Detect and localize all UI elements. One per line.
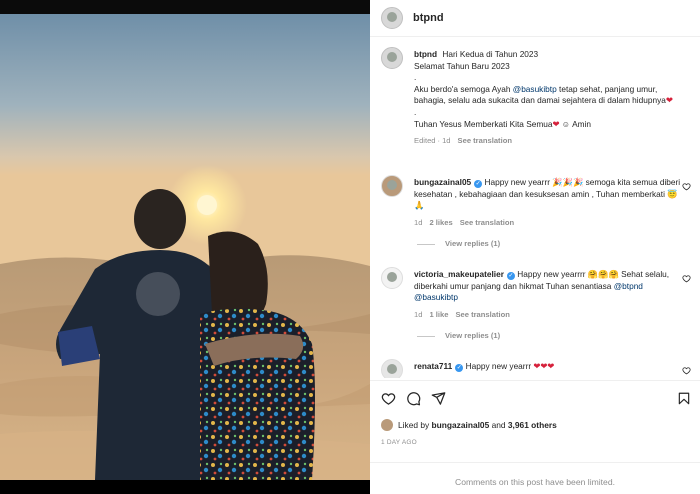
post-actions: Liked by bungazainal05 and 3,961 others … (370, 380, 700, 494)
caption-age: 1d (442, 136, 451, 146)
commenter-username[interactable]: bungazainal05 (414, 177, 471, 187)
commenter-username[interactable]: renata711 (414, 361, 452, 371)
comment-age: 1d (414, 217, 423, 227)
comment-like-icon[interactable] (682, 366, 691, 375)
party-emoji-icon: 🎉🎉🎉 (552, 177, 584, 187)
mention-basukibtp[interactable]: @basukibtp (414, 292, 458, 302)
heart-emoji-icon: ❤ (665, 95, 673, 106)
comment-icon[interactable] (406, 391, 421, 406)
view-replies-label: View replies (1) (445, 239, 501, 249)
save-button[interactable] (677, 391, 691, 411)
share-icon[interactable] (431, 391, 446, 406)
comment-like-icon[interactable] (682, 182, 691, 191)
post-photo[interactable] (0, 14, 370, 480)
liked-by[interactable]: Liked by bungazainal05 and 3,961 others (381, 419, 557, 431)
commenter-avatar[interactable] (381, 359, 403, 378)
liked-by-prefix: Liked by (398, 420, 430, 430)
caption-see-translation[interactable]: See translation (458, 136, 512, 145)
comment-see-translation[interactable]: See translation (460, 218, 514, 227)
caption-username[interactable]: btpnd (414, 49, 437, 59)
post-header: btpnd (370, 0, 700, 37)
mention-basukibtp[interactable]: @basukibtp (513, 84, 557, 94)
heart-emoji-icon: ❤❤❤ (533, 361, 555, 371)
liked-by-and: and (491, 420, 506, 430)
comment-text-a: Happy new yearrr (484, 177, 550, 187)
comment-likes[interactable]: 2 likes (429, 218, 452, 227)
author-avatar[interactable] (381, 7, 403, 29)
verified-badge-icon: ✓ (474, 180, 483, 188)
caption-meta: Edited · 1d See translation (414, 136, 512, 146)
caption-line-6: . (414, 106, 417, 117)
caption-edited: Edited (414, 136, 436, 146)
comment-text-a: Happy new yearrr (465, 361, 532, 371)
post-detail-panel: btpnd btpnd Hari Kedua di Tahun 2023 Sel… (370, 0, 700, 494)
caption-line-2: Selamat Tahun Baru 2023 (414, 60, 510, 71)
comment-age: 1d (414, 309, 423, 319)
commenter-avatar[interactable] (381, 175, 403, 197)
caption-line-8: Amin (572, 118, 592, 129)
sunset-couple-image (0, 14, 370, 480)
author-username[interactable]: btpnd (413, 12, 444, 24)
mention-btpnd[interactable]: @btpnd (614, 281, 643, 291)
comment-like-icon[interactable] (682, 274, 691, 283)
heart-emoji-icon: ❤ (552, 118, 560, 129)
liked-by-count[interactable]: 3,961 others (508, 420, 557, 430)
commenter-avatar[interactable] (381, 267, 403, 289)
view-replies-button[interactable]: View replies (1) (414, 238, 684, 250)
caption-line-3: . (414, 72, 417, 83)
smile-emoji-icon: ☺ (561, 118, 571, 129)
comments-limited-notice: Comments on this post have been limited. (370, 462, 700, 494)
comment-meta: 1d 2 likes See translation (414, 217, 684, 229)
post-date: 1 DAY AGO (381, 439, 417, 446)
verified-badge-icon: ✓ (506, 272, 515, 280)
caption-line-1: Hari Kedua di Tahun 2023 (442, 49, 539, 59)
view-replies-label: View replies (1) (445, 331, 501, 341)
commenter-username[interactable]: victoria_makeupatelier (414, 269, 504, 279)
caption-line-4: Aku berdo'a semoga Ayah (414, 83, 511, 94)
comment-likes[interactable]: 1 like (429, 310, 448, 319)
liked-by-user[interactable]: bungazainal05 (432, 420, 490, 430)
liker-avatar (381, 419, 393, 431)
verified-badge-icon: ✓ (455, 364, 464, 372)
hug-emoji-icon: 🤗🤗🤗 (587, 269, 619, 279)
bookmark-icon (678, 392, 690, 405)
comments-list[interactable]: btpnd Hari Kedua di Tahun 2023 Selamat T… (370, 38, 700, 378)
comment-see-translation[interactable]: See translation (455, 310, 509, 319)
heart-icon[interactable] (381, 391, 396, 406)
comment-meta: 1d 1 like See translation (414, 309, 684, 321)
comment-text-a: Happy new yearrrr (517, 269, 586, 279)
view-replies-button[interactable]: View replies (1) (414, 330, 684, 342)
caption-line-7: Tuhan Yesus Memberkati Kita Semua (414, 118, 553, 129)
caption-avatar[interactable] (381, 47, 403, 69)
